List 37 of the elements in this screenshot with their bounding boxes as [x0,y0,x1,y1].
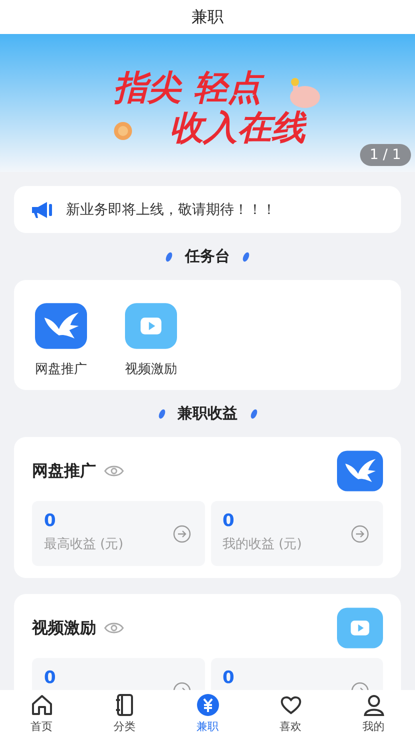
arrow-circle-icon[interactable] [172,525,190,543]
banner-headline: 收入在线 [170,108,306,148]
video-icon [337,605,383,651]
tab[interactable]: 我的 [344,693,404,734]
tab[interactable]: 兼职 [178,693,238,734]
slide-counter: 1 / 1 [360,144,411,166]
stat-value: 0 [222,511,236,531]
dot-icon [158,408,166,420]
notice-text: 新业务即将上线，敬请期待！！！ [66,200,276,218]
stat-value: 0 [222,668,234,688]
bird-icon [35,300,87,352]
section-title: 兼职收益 [178,404,238,423]
user-icon [362,693,386,717]
stat-label: 最高收益 (元) [44,536,124,553]
arrow-circle-icon[interactable] [351,525,369,543]
stat-value: 0 [44,511,57,531]
bird-icon [337,448,383,494]
video-icon [125,300,177,352]
page-title: 兼职 [192,6,224,28]
card-title: 网盘推广 [32,460,96,482]
megaphone-icon [30,200,54,218]
section-title: 任务台 [185,247,230,266]
stat-label: 我的收益 (元) [222,536,302,553]
card-title: 视频激励 [32,618,96,638]
tab[interactable]: 喜欢 [260,693,320,734]
task-item[interactable]: 视频激励 [118,300,184,390]
eye-icon[interactable] [104,622,124,634]
home-icon [30,693,54,717]
eye-icon[interactable] [104,465,124,477]
dot-icon [250,408,258,420]
tab[interactable]: 首页 [12,693,72,734]
tab[interactable]: 分类 [94,693,154,734]
dot-icon [242,250,250,262]
yuan-icon [196,693,220,717]
stat-value: 0 [44,668,56,688]
dot-icon [165,250,173,262]
task-item[interactable]: 网盘推广 [28,300,94,390]
